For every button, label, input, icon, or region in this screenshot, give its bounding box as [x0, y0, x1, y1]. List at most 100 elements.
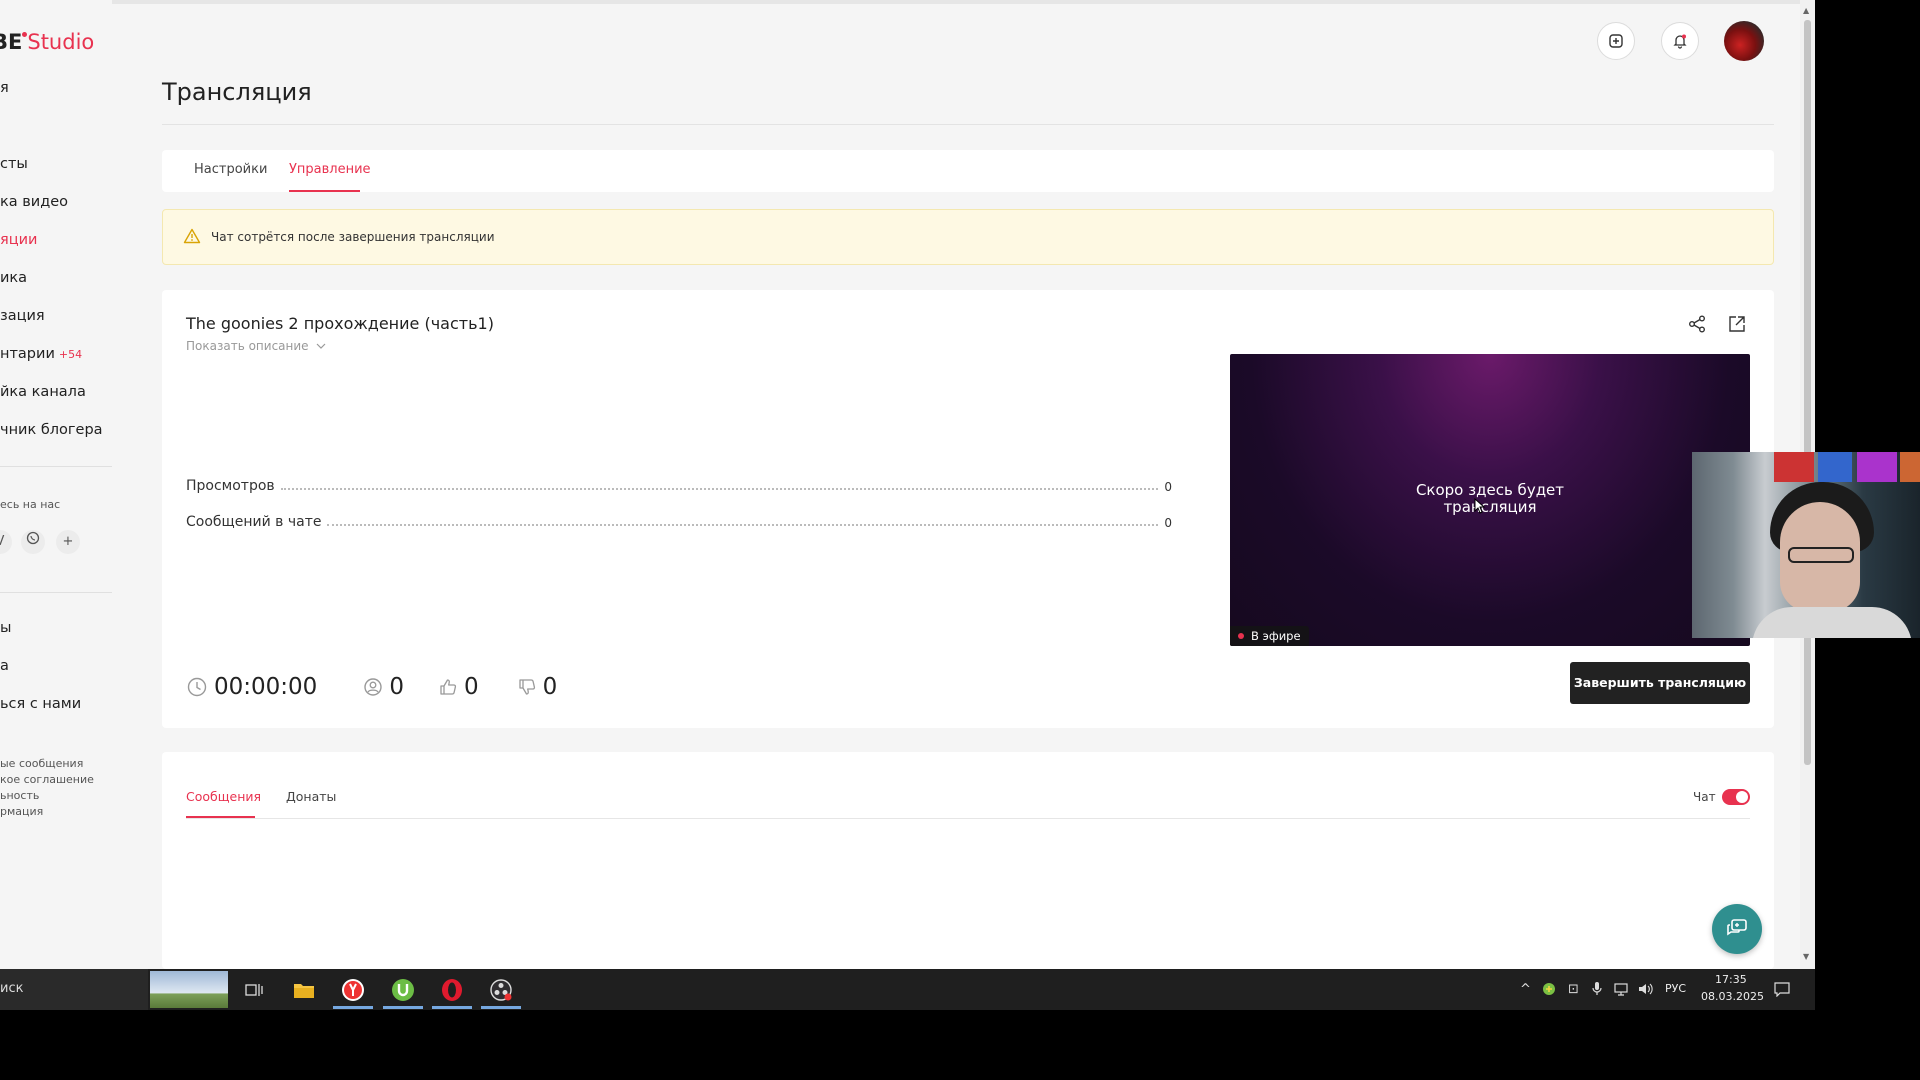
sidebar-item-posts[interactable]: сты	[0, 156, 28, 172]
views-value: 0	[1164, 480, 1172, 494]
mouse-cursor-icon	[1474, 498, 1486, 514]
duration-value: 00:00:00	[214, 674, 318, 700]
tab-manage[interactable]: Управление	[289, 162, 371, 177]
stream-video-preview[interactable]: Скоро здесь будет трансляция В эфире	[1230, 354, 1750, 646]
sidebar-item-blogger-guide[interactable]: чник блогера	[0, 422, 103, 438]
microphone-icon[interactable]	[1592, 982, 1602, 1000]
thumbs-down-icon	[518, 679, 535, 695]
user-avatar[interactable]	[1724, 21, 1764, 61]
sidebar-item-channel-settings[interactable]: йка канала	[0, 384, 86, 400]
share-icon	[1689, 315, 1705, 333]
chat-messages-value: 0	[1164, 516, 1172, 530]
video-text-line-1: Скоро здесь будет	[1415, 481, 1565, 499]
clock-icon	[187, 677, 207, 697]
webcam-person-body	[1752, 607, 1912, 638]
volume-icon[interactable]	[1638, 982, 1654, 1000]
share-button[interactable]	[1687, 314, 1707, 338]
studio-logo[interactable]: BE Studio	[0, 30, 94, 54]
network-icon[interactable]	[1614, 982, 1630, 1000]
webcam-overlay	[1692, 452, 1920, 638]
sidebar-divider-2	[0, 592, 112, 593]
keyboard-language[interactable]: РУС	[1665, 982, 1686, 995]
wall-poster	[1857, 452, 1897, 482]
utorrent-icon[interactable]	[389, 976, 417, 1004]
app-underline-opera	[432, 1006, 472, 1009]
sidebar-divider	[0, 466, 112, 467]
wall-poster	[1900, 452, 1920, 482]
chat-card: Сообщения Донаты Чат	[162, 752, 1774, 969]
task-view-icon[interactable]	[240, 976, 268, 1004]
dot-leader	[327, 524, 1159, 526]
sidebar-item-secondary-1[interactable]: ы	[0, 620, 11, 636]
scroll-thumb[interactable]	[1804, 20, 1811, 765]
chat-warning-alert: Чат сотрётся после завершения трансляции	[162, 209, 1774, 265]
bell-icon	[1673, 34, 1687, 49]
tab-active-underline	[289, 190, 360, 192]
vk-icon[interactable]: V	[0, 530, 12, 554]
sidebar-item-secondary-2[interactable]: а	[0, 658, 9, 674]
sidebar-item-streams[interactable]: яции	[0, 232, 37, 248]
stream-metrics: 00:00:00 0 0 0	[186, 674, 585, 700]
dot-leader	[280, 488, 1159, 490]
tray-app-icon[interactable]	[1542, 982, 1556, 1000]
opera-icon[interactable]	[438, 976, 466, 1004]
app-underline-utorrent	[383, 1006, 423, 1009]
tray-device-icon[interactable]: ⊡	[1568, 982, 1579, 997]
taskbar-search[interactable]: иск	[0, 969, 148, 1010]
support-chat-button[interactable]	[1712, 904, 1762, 954]
scroll-up-arrow[interactable]: ▲	[1803, 6, 1809, 15]
browser-window: BE Studio я сты ка видео яции ика зация н…	[0, 0, 1815, 969]
yandex-browser-icon[interactable]	[339, 976, 367, 1004]
title-divider	[162, 124, 1774, 125]
sidebar-item-monetization[interactable]: зация	[0, 308, 45, 324]
chat-toggle[interactable]	[1722, 789, 1750, 805]
more-social-icon[interactable]: +	[56, 530, 80, 554]
tabs-divider	[186, 818, 1750, 819]
tab-donations[interactable]: Донаты	[286, 789, 336, 804]
stream-title: The goonies 2 прохождение (часть1)	[186, 314, 494, 333]
webcam-person-glasses	[1788, 547, 1854, 563]
show-description-label: Показать описание	[186, 339, 309, 353]
user-circle-icon	[364, 678, 383, 696]
sidebar-item-analytics[interactable]: ика	[0, 270, 27, 286]
footer-link-1[interactable]: ые сообщения	[0, 756, 83, 772]
clock-time[interactable]: 17:35	[1715, 973, 1747, 986]
clock-date[interactable]: 08.03.2025	[1701, 990, 1764, 1003]
wall-poster	[1774, 452, 1814, 482]
sidebar: BE Studio я сты ка видео яции ика зация н…	[0, 0, 112, 969]
video-placeholder-text: Скоро здесь будет трансляция	[1230, 482, 1750, 516]
chat-messages-label: Сообщений в чате	[186, 514, 322, 530]
scroll-down-arrow[interactable]: ▼	[1803, 952, 1809, 961]
footer-link-info[interactable]: рмация	[0, 804, 43, 820]
external-link-icon	[1729, 316, 1745, 332]
logo-red-part: Studio	[27, 30, 95, 54]
create-button[interactable]	[1597, 22, 1635, 60]
duration-metric: 00:00:00	[186, 674, 317, 700]
tab-settings[interactable]: Настройки	[194, 162, 267, 177]
viber-icon[interactable]	[21, 530, 45, 554]
sidebar-item-main[interactable]: я	[0, 80, 9, 96]
open-external-button[interactable]	[1727, 314, 1747, 338]
video-text-line-2: трансляция	[1443, 498, 1537, 516]
show-description-toggle[interactable]: Показать описание	[186, 339, 326, 353]
tab-messages[interactable]: Сообщения	[186, 789, 261, 804]
footer-link-user-agreement[interactable]: кое соглашение	[0, 772, 94, 788]
toggle-knob	[1736, 791, 1748, 803]
desktop: BE Studio я сты ка видео яции ика зация н…	[0, 0, 1815, 1010]
sidebar-item-comments[interactable]: нтарии +54	[0, 346, 82, 362]
chat-bubbles-icon	[1727, 919, 1747, 936]
end-stream-button[interactable]: Завершить трансляцию	[1570, 662, 1750, 704]
footer-link-privacy[interactable]: ьность	[0, 788, 39, 804]
notifications-button[interactable]	[1661, 22, 1699, 60]
viewers-value: 0	[389, 674, 404, 700]
tray-expand-icon[interactable]: ^	[1520, 982, 1531, 997]
app-underline-obs	[481, 1006, 521, 1009]
action-center-icon[interactable]	[1774, 981, 1790, 1001]
sidebar-item-contact-us[interactable]: ься с нами	[0, 696, 81, 712]
chevron-down-icon	[316, 343, 326, 349]
file-explorer-icon[interactable]	[290, 976, 318, 1004]
obs-icon[interactable]	[487, 976, 515, 1004]
sidebar-item-upload-video[interactable]: ка видео	[0, 194, 68, 210]
logo-dark-part: BE	[0, 30, 23, 54]
dislikes-metric: 0	[517, 674, 557, 700]
